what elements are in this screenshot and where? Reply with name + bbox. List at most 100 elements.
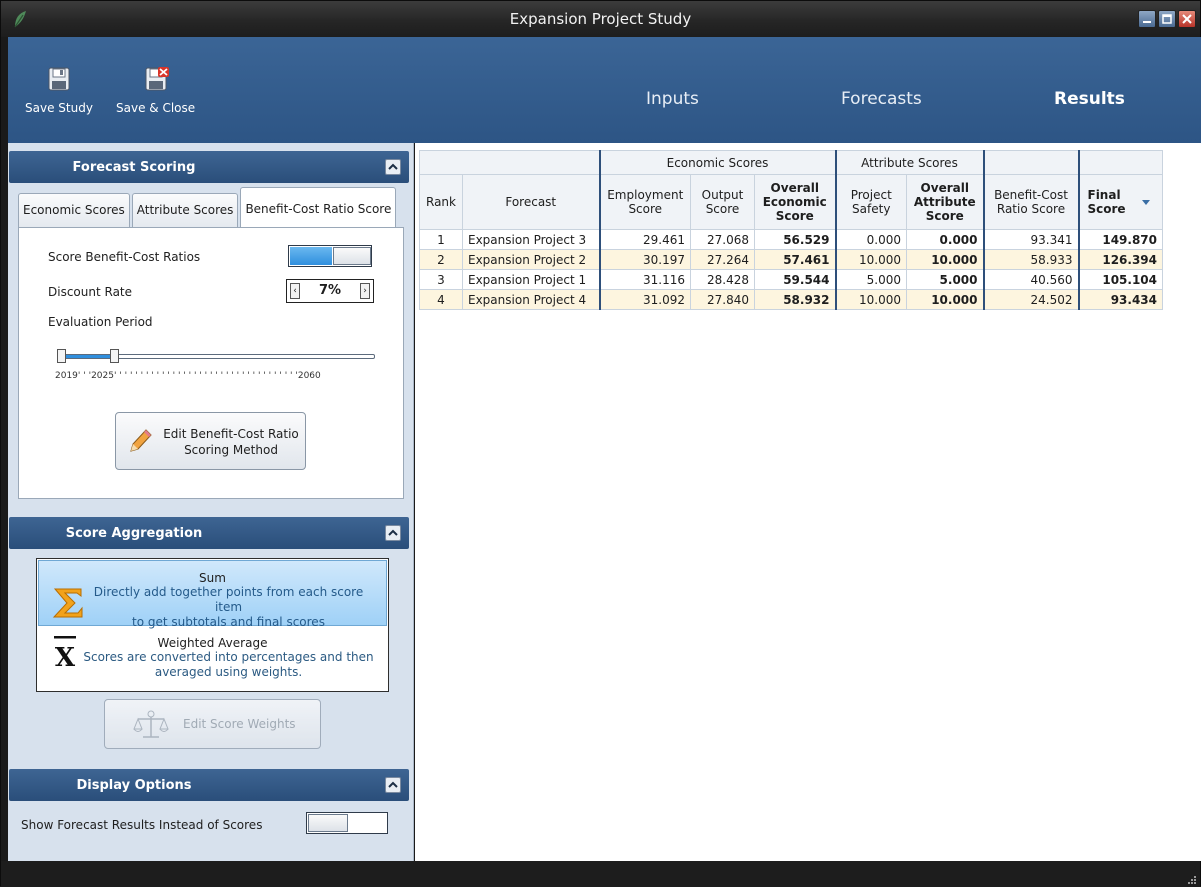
save-close-button[interactable]: Save & Close xyxy=(116,67,195,115)
slider-end-label: 2060 xyxy=(297,371,321,381)
cell-rank: 2 xyxy=(419,249,463,270)
maximize-button[interactable] xyxy=(1158,10,1176,28)
show-results-toggle[interactable] xyxy=(306,812,388,834)
status-bar xyxy=(1,861,1200,887)
col-project-safety[interactable]: Project Safety xyxy=(834,174,907,230)
chevron-up-icon[interactable] xyxy=(385,777,401,793)
slider-end-thumb[interactable] xyxy=(110,349,119,363)
cell-employment: 29.461 xyxy=(598,229,691,250)
save-study-label: Save Study xyxy=(25,101,93,115)
tab-inputs[interactable]: Inputs xyxy=(646,89,699,109)
group-blank-bcr xyxy=(982,150,1079,175)
col-output-score[interactable]: Output Score xyxy=(690,174,755,230)
col-final-score[interactable]: Final Score xyxy=(1077,174,1163,230)
aggregation-option-sum[interactable]: Sum Directly add together points from ea… xyxy=(38,560,387,629)
table-row[interactable]: 3 Expansion Project 1 31.116 28.428 59.5… xyxy=(419,269,1163,290)
group-attribute-scores: Attribute Scores xyxy=(834,150,984,175)
cell-bcr: 58.933 xyxy=(982,249,1079,270)
cell-overall-attribute: 5.000 xyxy=(906,269,984,290)
display-options-header[interactable]: Display Options xyxy=(9,769,409,801)
cell-safety: 5.000 xyxy=(834,269,907,290)
cell-forecast: Expansion Project 3 xyxy=(462,229,600,250)
floppy-disk-icon xyxy=(25,67,93,94)
sigma-icon xyxy=(51,587,85,622)
minimize-button[interactable] xyxy=(1138,10,1156,28)
cell-output: 27.264 xyxy=(690,249,755,270)
cell-output: 27.840 xyxy=(690,289,755,310)
aggregation-option-weighted-average[interactable]: X Weighted Average Scores are converted … xyxy=(38,626,387,692)
x-bar-icon: X xyxy=(52,632,80,675)
aggregation-options: Sum Directly add together points from ea… xyxy=(36,558,389,692)
slider-ticks: 2019' ' '2025' ' ' ' ' ' ' ' ' ' ' ' ' '… xyxy=(55,371,321,381)
tab-results[interactable]: Results xyxy=(1054,89,1125,109)
chevron-up-icon[interactable] xyxy=(385,159,401,175)
edit-score-weights-label: Edit Score Weights xyxy=(183,717,296,731)
balance-scale-icon xyxy=(133,710,169,743)
sum-title: Sum xyxy=(199,571,226,585)
minimize-icon xyxy=(1143,21,1151,23)
app-window: Expansion Project Study Save Study Save … xyxy=(0,0,1201,887)
chevron-up-icon[interactable] xyxy=(385,525,401,541)
results-pane: Economic Scores Attribute Scores Rank Fo… xyxy=(415,143,1201,861)
cell-overall-economic: 57.461 xyxy=(754,249,836,270)
floppy-disk-close-icon xyxy=(116,67,195,94)
sort-down-icon[interactable] xyxy=(1141,195,1150,209)
save-study-button[interactable]: Save Study xyxy=(25,67,93,115)
slider-start-thumb[interactable] xyxy=(57,349,66,363)
score-bcr-toggle[interactable] xyxy=(288,245,372,267)
title-bar[interactable]: Expansion Project Study xyxy=(1,1,1200,37)
save-close-label: Save & Close xyxy=(116,101,196,115)
cell-overall-economic: 59.544 xyxy=(754,269,836,290)
table-row[interactable]: 1 Expansion Project 3 29.461 27.068 56.5… xyxy=(419,229,1163,250)
cell-forecast: Expansion Project 4 xyxy=(462,289,600,310)
cell-rank: 1 xyxy=(419,229,463,250)
forecast-scoring-header[interactable]: Forecast Scoring xyxy=(9,151,409,183)
score-bcr-label: Score Benefit-Cost Ratios xyxy=(48,250,201,264)
cell-final: 126.394 xyxy=(1077,249,1163,270)
cell-safety: 10.000 xyxy=(834,289,907,310)
close-button[interactable] xyxy=(1178,10,1196,28)
col-employment-score[interactable]: Employment Score xyxy=(598,174,691,230)
close-icon xyxy=(1182,14,1192,24)
display-options-title: Display Options xyxy=(76,778,192,793)
cell-safety: 10.000 xyxy=(834,249,907,270)
maximize-icon xyxy=(1162,14,1172,24)
tab-attribute-scores[interactable]: Attribute Scores xyxy=(131,193,239,227)
table-row[interactable]: 4 Expansion Project 4 31.092 27.840 58.9… xyxy=(419,289,1163,310)
edit-bcr-line1: Edit Benefit-Cost Ratio xyxy=(163,427,299,441)
cell-output: 27.068 xyxy=(690,229,755,250)
col-rank[interactable]: Rank xyxy=(419,174,463,230)
group-blank xyxy=(419,150,600,175)
resize-grip-icon[interactable] xyxy=(1186,873,1196,884)
cell-overall-economic: 58.932 xyxy=(754,289,836,310)
cell-output: 28.428 xyxy=(690,269,755,290)
window-controls xyxy=(1138,10,1196,28)
edit-bcr-line2: Scoring Method xyxy=(184,443,278,457)
forecast-scoring-title: Forecast Scoring xyxy=(72,160,196,175)
discount-rate-stepper[interactable]: ‹ 7% › xyxy=(286,279,374,303)
tab-benefit-cost-ratio-score[interactable]: Benefit-Cost Ratio Score xyxy=(240,187,397,227)
cell-overall-attribute: 10.000 xyxy=(906,249,984,270)
edit-bcr-method-button[interactable]: Edit Benefit-Cost Ratio Scoring Method xyxy=(115,412,306,470)
results-table: Economic Scores Attribute Scores Rank Fo… xyxy=(419,150,1163,310)
ribbon: Save Study Save & Close Inputs Forecasts… xyxy=(8,37,1201,143)
col-bcr-score[interactable]: Benefit-Cost Ratio Score xyxy=(982,174,1079,230)
tab-forecasts[interactable]: Forecasts xyxy=(841,89,922,109)
cell-rank: 3 xyxy=(419,269,463,290)
col-overall-attribute-score[interactable]: Overall Attribute Score xyxy=(906,174,984,230)
cell-overall-attribute: 0.000 xyxy=(906,229,984,250)
col-overall-economic-score[interactable]: Overall Economic Score xyxy=(754,174,836,230)
col-forecast[interactable]: Forecast xyxy=(462,174,600,230)
tab-economic-scores[interactable]: Economic Scores xyxy=(18,193,130,227)
increment-arrow-icon[interactable]: › xyxy=(360,283,370,299)
group-economic-scores: Economic Scores xyxy=(598,150,836,175)
table-row[interactable]: 2 Expansion Project 2 30.197 27.264 57.4… xyxy=(419,249,1163,270)
edit-score-weights-button[interactable]: Edit Score Weights xyxy=(104,699,321,749)
discount-rate-label: Discount Rate xyxy=(48,285,133,299)
cell-overall-attribute: 10.000 xyxy=(906,289,984,310)
score-aggregation-title: Score Aggregation xyxy=(65,526,203,541)
cell-final: 93.434 xyxy=(1077,289,1163,310)
sum-desc-line1: Directly add together points from each s… xyxy=(93,585,364,614)
scoring-subtabs: Economic Scores Attribute Scores Benefit… xyxy=(18,187,398,227)
score-aggregation-header[interactable]: Score Aggregation xyxy=(9,517,409,549)
